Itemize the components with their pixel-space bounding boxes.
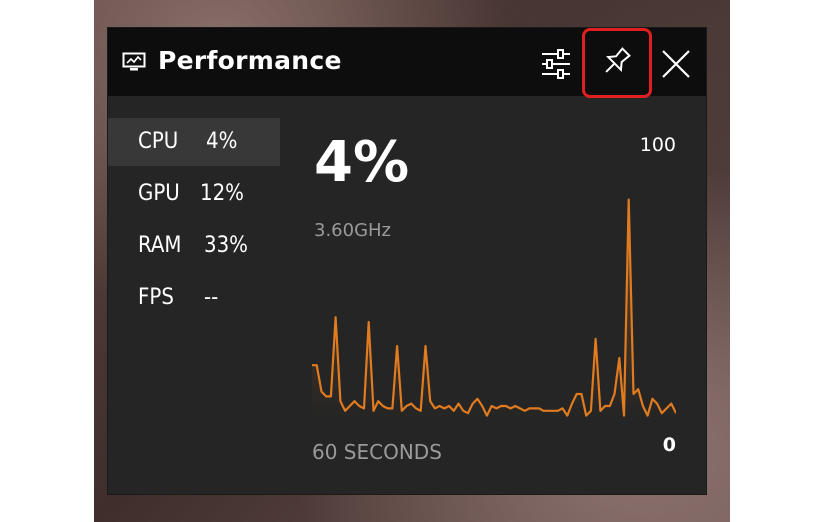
pin-button[interactable] (582, 28, 652, 98)
time-window-label: 60 SECONDS (312, 440, 442, 464)
metric-label: FPS (138, 285, 174, 310)
axis-max-label: 100 (639, 134, 676, 156)
axis-min-label: 0 (662, 434, 676, 456)
monitor-icon (122, 52, 146, 71)
metric-value: 4% (206, 129, 238, 154)
metric-value: 33% (204, 233, 248, 258)
metric-label: GPU (138, 181, 180, 206)
metric-fps[interactable]: FPS -- (108, 274, 280, 322)
settings-button[interactable] (534, 42, 578, 86)
metric-value: 12% (200, 181, 244, 206)
metric-label: CPU (138, 129, 179, 154)
widget-title: Performance (158, 46, 342, 75)
metric-ram[interactable]: RAM 33% (108, 222, 280, 270)
widget-titlebar[interactable]: Performance (108, 28, 706, 98)
sliders-icon (542, 49, 570, 79)
metric-value: -- (204, 285, 219, 310)
performance-widget: Performance CPU 4% GPU 12% RAM 33% FPS -… (108, 28, 706, 494)
metrics-list: CPU 4% GPU 12% RAM 33% FPS -- (108, 96, 288, 494)
metric-label: RAM (138, 233, 182, 258)
metric-gpu[interactable]: GPU 12% (108, 170, 280, 218)
close-button[interactable] (654, 42, 698, 86)
pin-icon (605, 47, 631, 73)
close-icon (662, 50, 690, 78)
cpu-usage-graph (312, 198, 676, 418)
metric-cpu[interactable]: CPU 4% (108, 118, 280, 166)
